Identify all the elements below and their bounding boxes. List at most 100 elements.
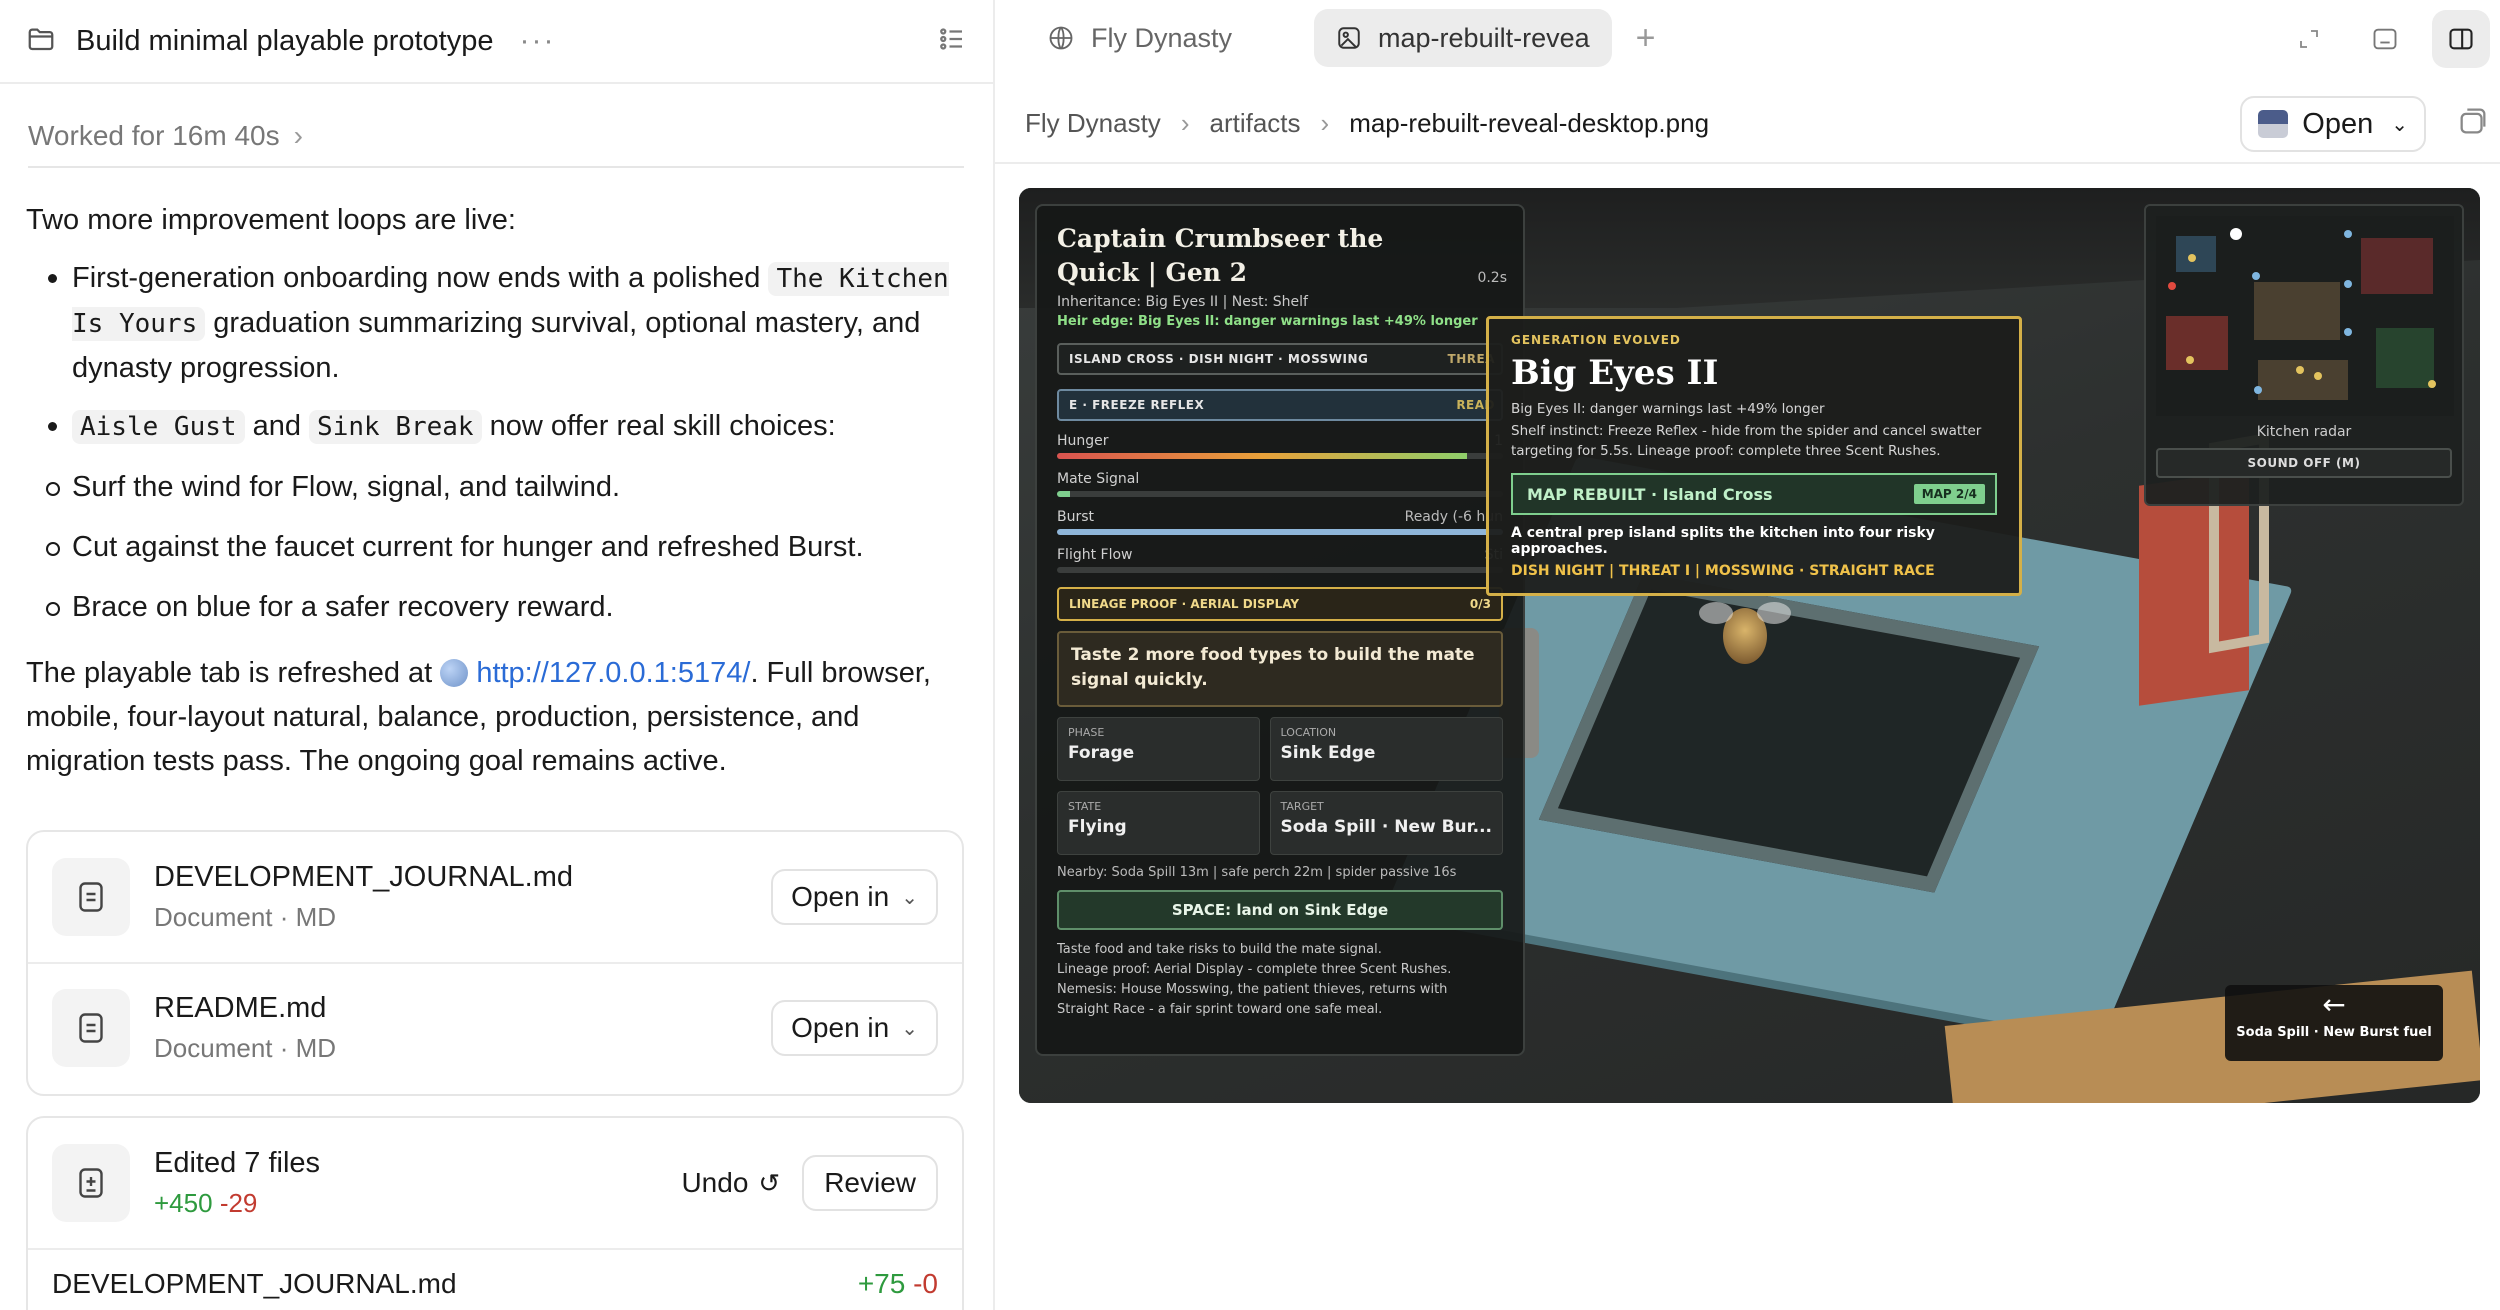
stat-track [1057, 529, 1503, 535]
globe-icon [1049, 26, 1073, 50]
stat-bar: Burst Ready (-6 hun [1057, 509, 1503, 535]
arrow-left-icon: ← [2322, 988, 2346, 1021]
edited-file-row[interactable]: DEVELOPMENT_JOURNAL.md +75 -0 [28, 1248, 962, 1310]
globe-icon [440, 659, 469, 687]
worked-duration: Worked for 16m 40s [28, 120, 280, 151]
status-cell: STATE Flying [1057, 791, 1260, 855]
stat-fill [1057, 453, 1468, 459]
cell-value: Flying [1068, 817, 1127, 837]
text: The playable tab is refreshed at [26, 657, 441, 689]
assistant-message: Two more improvement loops are live: Fir… [0, 198, 993, 783]
route-label: ISLAND CROSS · DISH NIGHT · MOSSWING [1069, 352, 1369, 366]
file-row[interactable]: DEVELOPMENT_JOURNAL.md Document · MD Ope… [28, 832, 962, 962]
perch-marker [2344, 280, 2352, 288]
chevron-right-icon: › [293, 120, 303, 151]
worked-summary-toggle[interactable]: Worked for 16m 40s › [28, 120, 964, 168]
lineage-label: LINEAGE PROOF · AERIAL DISPLAY [1069, 597, 1300, 611]
chevron-right-icon: › [1320, 108, 1330, 138]
stat-label: Mate Signal [1057, 471, 1140, 487]
route-pill: ISLAND CROSS · DISH NIGHT · MOSSWING THRE… [1057, 343, 1503, 375]
stat-fill [1057, 529, 1503, 535]
food-marker [2428, 380, 2436, 388]
more-options-button[interactable]: ··· [520, 24, 556, 58]
file-type: Document · MD [154, 902, 337, 932]
button-label: Open in [791, 881, 890, 912]
note: Taste food and take risks to build the m… [1057, 942, 1382, 957]
edited-title: Edited 7 files [154, 1147, 321, 1179]
list-item: Aisle Gust and Sink Break now offer real… [26, 404, 967, 449]
food-marker [2314, 372, 2322, 380]
trait-title: Big Eyes II [1511, 353, 1719, 393]
copy-icon[interactable] [2456, 104, 2490, 143]
review-button[interactable]: Review [802, 1155, 938, 1211]
expand-icon[interactable] [2280, 10, 2338, 68]
inline-code: Sink Break [309, 410, 482, 444]
breadcrumb-item[interactable]: artifacts [1209, 108, 1300, 139]
objective-label: Soda Spill · New Burst fuel [2236, 1025, 2432, 1040]
panel-bottom-icon[interactable] [2356, 10, 2414, 68]
land-action-button[interactable]: SPACE: land on Sink Edge [1057, 890, 1503, 930]
list-item: Brace on blue for a safer recovery rewar… [0, 585, 967, 629]
status-cell: TARGET Soda Spill · New Bur... [1269, 791, 1503, 855]
edited-actions: Undo ↺ Review [681, 1155, 938, 1211]
file-row[interactable]: README.md Document · MD Open in ⌄ [28, 962, 962, 1092]
text: and [244, 410, 310, 442]
sidebar-toggle-icon[interactable] [2432, 10, 2490, 68]
chevron-down-icon: ⌄ [901, 886, 918, 909]
objective-indicator: ← Soda Spill · New Burst fuel [2225, 985, 2443, 1061]
text: now offer real skill choices: [481, 410, 836, 442]
threat-marker [2168, 282, 2176, 290]
tab-map-rebuilt[interactable]: map-rebuilt-revea [1314, 9, 1612, 67]
file-cards: DEVELOPMENT_JOURNAL.md Document · MD Ope… [26, 830, 964, 1096]
stat-label: Hunger [1057, 433, 1109, 449]
app-window: Build minimal playable prototype ··· Wor… [0, 0, 2500, 1310]
status-hud: Captain Crumbseer the Quick | Gen 2 0.2s… [1035, 204, 1525, 1056]
sound-toggle[interactable]: SOUND OFF (M) [2156, 448, 2452, 478]
perch-marker [2344, 328, 2352, 336]
new-tab-button[interactable]: + [1636, 19, 1656, 58]
chat-pane: Build minimal playable prototype ··· Wor… [0, 0, 995, 1310]
stat-track [1057, 567, 1503, 573]
lines-added: +75 [857, 1268, 906, 1299]
stat-track [1057, 491, 1503, 497]
radar-block [2176, 236, 2216, 272]
radar-map [2156, 216, 2454, 416]
task-list-icon[interactable] [937, 24, 967, 59]
localhost-link[interactable]: http://127.0.0.1:5174/ [476, 657, 750, 689]
lines-added: +450 [154, 1188, 213, 1218]
stat-label: Burst [1057, 509, 1095, 525]
bullet-list: First-generation onboarding now ends wit… [26, 256, 967, 449]
stat-bar: Mate Signal [1057, 471, 1503, 497]
edited-files-card: Edited 7 files +450 -29 Undo ↺ Review DEV… [26, 1116, 964, 1310]
diff-stats: +450 -29 [154, 1188, 320, 1219]
tab-bar: Fly Dynasty map-rebuilt-revea + [995, 0, 2500, 76]
map-desc: A central prep island splits the kitchen… [1511, 525, 1935, 557]
open-button[interactable]: Open ⌄ [2240, 96, 2426, 152]
divider [995, 162, 2500, 164]
file-name: README.md [154, 992, 327, 1024]
radar-block [2166, 316, 2228, 370]
inline-code: Aisle Gust [72, 410, 245, 444]
note: Lineage proof: Aerial Display - complete… [1057, 962, 1452, 977]
button-label: Undo [681, 1167, 749, 1198]
cell-value: Soda Spill · New Bur... [1280, 817, 1492, 837]
tab-label: Fly Dynasty [1091, 22, 1233, 53]
perch-marker [2254, 386, 2262, 394]
breadcrumb-item[interactable]: Fly Dynasty [1025, 108, 1161, 139]
undo-button[interactable]: Undo ↺ [681, 1167, 780, 1199]
shelf-instinct: Shelf instinct: Freeze Reflex - hide fro… [1511, 423, 1982, 459]
map-tags: DISH NIGHT | THREAT I | MOSSWING · STRAI… [1511, 563, 1935, 579]
heir-edge: Heir edge: Big Eyes II: danger warnings … [1057, 314, 1478, 329]
perch-marker [2252, 272, 2260, 280]
stat-bar: Hunger1 [1057, 433, 1503, 459]
open-in-button[interactable]: Open in ⌄ [771, 869, 938, 925]
cell-key: LOCATION [1280, 726, 1337, 739]
status-cell: PHASE Forage [1057, 717, 1260, 781]
list-item: First-generation onboarding now ends wit… [26, 256, 967, 390]
tab-fly-dynasty[interactable]: Fly Dynasty [1025, 9, 1254, 67]
image-icon [1338, 27, 1360, 49]
open-in-button[interactable]: Open in ⌄ [771, 1000, 938, 1056]
lineage-progress: 0/3 [1469, 597, 1491, 611]
freeze-reflex-pill[interactable]: E · FREEZE REFLEX READ [1057, 389, 1503, 421]
lines-removed: -29 [219, 1188, 258, 1218]
